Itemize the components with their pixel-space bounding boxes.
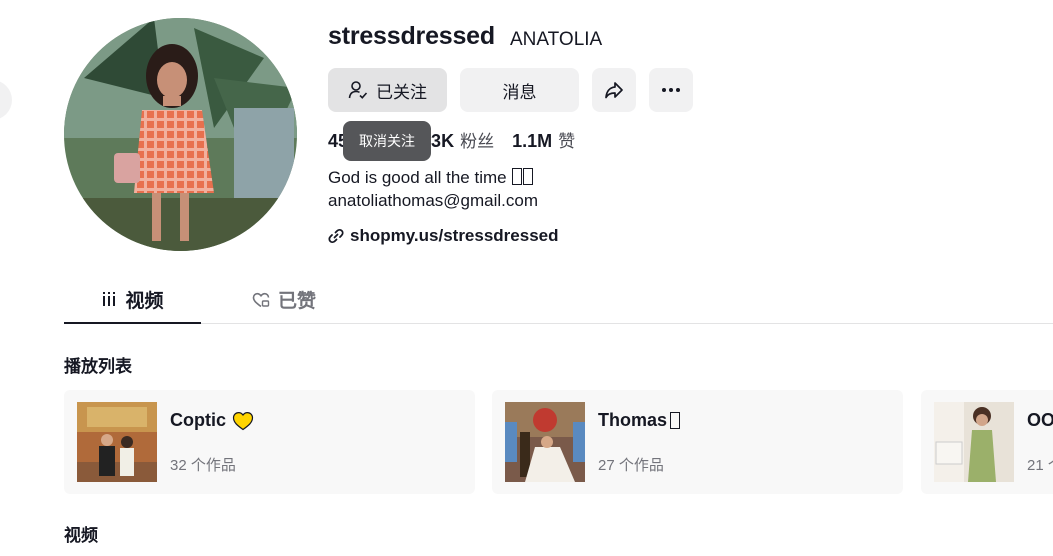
playlist-count: 21 个作品 — [1027, 457, 1053, 474]
playlist-name: Coptic — [170, 410, 254, 431]
heart-lock-icon — [252, 292, 270, 307]
profile-link[interactable]: shopmy.us/stressdressed — [328, 226, 559, 246]
link-icon — [328, 228, 344, 244]
tab-liked[interactable]: 已赞 — [224, 276, 344, 323]
avatar — [64, 18, 297, 251]
playlist-name-text: Thomas — [598, 410, 668, 430]
playlist-count: 32 个作品 — [170, 457, 236, 474]
message-button-label: 消息 — [502, 82, 537, 102]
missing-glyph-icon — [523, 168, 534, 185]
followers-label: 粉丝 — [460, 132, 495, 151]
yellow-heart-icon — [232, 411, 254, 430]
nickname: ANATOLIA — [510, 29, 603, 50]
playlist-name: Thomas — [598, 410, 681, 431]
playlist-thumbnail — [77, 402, 157, 482]
tab-liked-label: 已赞 — [277, 291, 316, 312]
grid-icon — [103, 292, 116, 306]
videos-heading: 视频 — [64, 526, 98, 545]
profile-tabs: 视频 已赞 — [64, 276, 1053, 324]
playlist-card[interactable]: Coptic 32 个作品 — [64, 390, 475, 494]
tab-videos-label: 视频 — [125, 290, 164, 312]
playlist-thumbnail — [934, 402, 1014, 482]
user-check-icon — [348, 81, 368, 99]
share-button[interactable] — [592, 68, 636, 112]
bio-line-1: God is good all the time — [328, 166, 538, 189]
likes-stat: 1.1M 赞 — [512, 127, 575, 152]
likes-label: 赞 — [558, 132, 576, 151]
tab-videos[interactable]: 视频 — [64, 276, 201, 324]
playlist-name-text: Coptic — [170, 410, 226, 430]
more-icon — [662, 88, 680, 92]
bio-text: God is good all the time — [328, 168, 507, 187]
playlists-heading: 播放列表 — [64, 357, 132, 376]
message-button[interactable]: 消息 — [460, 68, 579, 112]
playlist-card[interactable]: Thomas 27 个作品 — [492, 390, 903, 494]
missing-glyph-icon — [670, 412, 681, 429]
more-button[interactable] — [649, 68, 693, 112]
playlist-count: 27 个作品 — [598, 457, 664, 474]
playlist-card[interactable]: OO 21 个作品 — [921, 390, 1053, 494]
likes-count: 1.1M — [512, 131, 553, 151]
share-icon — [605, 82, 623, 99]
bio-line-2: anatoliathomas@gmail.com — [328, 191, 539, 210]
missing-glyph-icon — [512, 168, 523, 185]
playlist-thumbnail — [505, 402, 585, 482]
profile-link-text: shopmy.us/stressdressed — [350, 226, 559, 245]
previous-arrow-button[interactable] — [0, 80, 12, 120]
following-button[interactable]: 已关注 — [328, 68, 447, 112]
username: stressdressed — [328, 22, 495, 50]
playlist-name: OO — [1027, 410, 1053, 430]
unfollow-tooltip: 取消关注 — [343, 121, 431, 161]
bio: God is good all the time anatoliathomas@… — [328, 166, 538, 212]
following-button-label: 已关注 — [376, 82, 427, 102]
